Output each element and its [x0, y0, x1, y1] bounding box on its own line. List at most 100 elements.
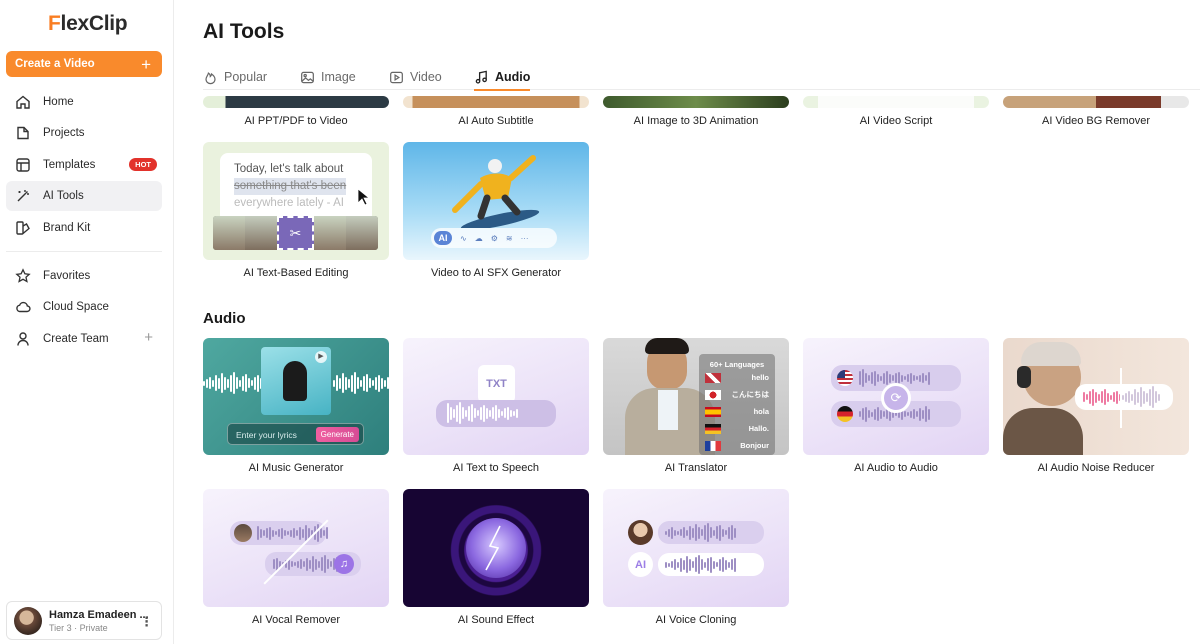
waveform-bar [381, 377, 383, 389]
sidebar-item-ai-tools[interactable]: AI Tools [6, 181, 162, 211]
tool-card-video-to-sfx[interactable]: AI ∿ ☁ ⚙ ≋ ··· [403, 142, 589, 260]
brand-kit-icon [15, 220, 31, 236]
sidebar-item-create-team[interactable]: Create Team + [6, 324, 162, 354]
waveform-bar [1092, 388, 1094, 406]
tool-card-translator[interactable]: 60+ Languages hello こんにちは hola Hallo. Bonjou… [603, 338, 789, 455]
card-label: AI Video BG Remover [1041, 115, 1150, 127]
languages-panel: 60+ Languages hello こんにちは hola Hallo. Bonjou… [699, 354, 775, 455]
tool-card-sound-effect[interactable] [403, 489, 589, 607]
sidebar-item-brand-kit[interactable]: Brand Kit [6, 213, 162, 243]
create-video-button[interactable]: Create a Video + [6, 51, 162, 77]
image-icon [301, 71, 314, 83]
flag-icon [705, 372, 721, 383]
waveform-bar [871, 372, 873, 384]
waveform-bar [904, 376, 906, 380]
speaker-avatar [628, 520, 653, 545]
tool-card-vocal-remover[interactable]: ♫ [203, 489, 389, 607]
waveform-bar [880, 375, 882, 381]
tab-audio[interactable]: Audio [474, 64, 531, 91]
tab-popular[interactable]: Popular [203, 64, 267, 90]
flexclip-logo[interactable]: FlexClip [48, 12, 128, 36]
waveform-bar [218, 377, 220, 389]
card-label: AI Text-Based Editing [243, 267, 349, 279]
waveform-bar [320, 528, 322, 538]
tool-card-music-generator[interactable]: ▶ Enter your lyrics Generate [203, 338, 389, 455]
waveform-bar [336, 375, 338, 391]
tool-card-voice-cloning[interactable]: AI [603, 489, 789, 607]
tool-card-auto-subtitle[interactable] [403, 96, 589, 108]
card-thumbnail: AI [603, 489, 789, 607]
waveform-bar [296, 530, 298, 536]
lightning-orb [466, 518, 526, 578]
waveform-bar [725, 559, 727, 570]
tool-card-ppt-to-video[interactable] [203, 96, 389, 108]
add-team-icon[interactable]: + [144, 329, 153, 346]
waveform-bar [704, 525, 706, 540]
tool-card-video-bg-remover[interactable] [1003, 96, 1189, 108]
waveform-bar [922, 409, 924, 419]
gear-icon: ⚙ [490, 233, 498, 243]
waveform-bar [725, 530, 727, 535]
waveform-bar [309, 559, 311, 569]
waveform-bar [306, 557, 308, 571]
video-icon [390, 71, 403, 83]
waveform-bar [272, 529, 274, 537]
waveform-bar [904, 411, 906, 417]
waveform-bar [293, 528, 295, 538]
waveform-bar [707, 523, 709, 542]
waveform-bar [1149, 388, 1151, 406]
card-thumbnail [603, 96, 789, 108]
waveform-bar [901, 374, 903, 382]
waveform-bar [315, 558, 317, 570]
tool-card-text-to-speech[interactable]: TXT [403, 338, 589, 455]
card-label: AI Vocal Remover [251, 614, 341, 626]
waveform-bar [734, 557, 736, 572]
card-thumbnail: Today, let's talk about something that's… [203, 142, 389, 260]
waveform-bar [677, 561, 679, 568]
home-icon [15, 94, 31, 110]
waveform-bar [369, 378, 371, 388]
waveform-bar [722, 528, 724, 537]
waveform-bar [665, 530, 667, 535]
tool-card-audio-to-audio[interactable]: ⟳ [803, 338, 989, 455]
waveform-bar [242, 375, 244, 391]
waveform-bar [1098, 393, 1100, 401]
waveform-bar [278, 529, 280, 537]
sidebar-item-cloud-space[interactable]: Cloud Space [6, 292, 162, 322]
flame-icon [205, 71, 216, 84]
transcript-line: everywhere lately - AI [234, 197, 344, 209]
user-account-card[interactable]: Hamza Emadeen ... Tier 3 · Private ⋮ [6, 601, 162, 640]
sidebar-item-label: AI Tools [43, 190, 84, 202]
tab-label: Popular [224, 70, 268, 84]
language-list: hello こんにちは hola Hallo. Bonjour [699, 369, 775, 454]
waveform-bar [330, 561, 332, 567]
card-label: AI Translator [664, 462, 728, 474]
tab-video[interactable]: Video [389, 64, 442, 90]
waveform-bar [701, 529, 703, 536]
tab-image[interactable]: Image [300, 64, 356, 90]
music-note-icon: ♫ [334, 554, 354, 574]
sidebar-item-templates[interactable]: Templates HOT [6, 150, 162, 180]
sidebar-item-label: Home [43, 96, 74, 108]
card-label: AI Video Script [859, 115, 933, 127]
tool-card-image-to-3d[interactable] [603, 96, 789, 108]
waveform-bar [859, 411, 861, 417]
tool-card-noise-reducer[interactable] [1003, 338, 1189, 455]
waveform-bar [489, 409, 491, 417]
sidebar-item-label: Projects [43, 127, 85, 139]
sidebar-item-home[interactable]: Home [6, 87, 162, 117]
waveform-bar [865, 373, 867, 383]
waveform-bar [456, 404, 458, 422]
waveform-bar [880, 409, 882, 419]
sidebar-item-favorites[interactable]: Favorites [6, 261, 162, 291]
waveform-bar [357, 377, 359, 389]
card-label: AI PPT/PDF to Video [244, 115, 348, 127]
waveform-bar [284, 530, 286, 536]
sidebar-item-projects[interactable]: Projects [6, 118, 162, 148]
waveform-bar [375, 376, 377, 390]
tool-card-text-based-editing[interactable]: Today, let's talk about something that's… [203, 142, 389, 260]
waveform-bar [273, 559, 275, 569]
tool-card-video-script[interactable] [803, 96, 989, 108]
waveform-bar [1107, 392, 1109, 402]
more-options-icon[interactable]: ⋮ [140, 614, 153, 630]
